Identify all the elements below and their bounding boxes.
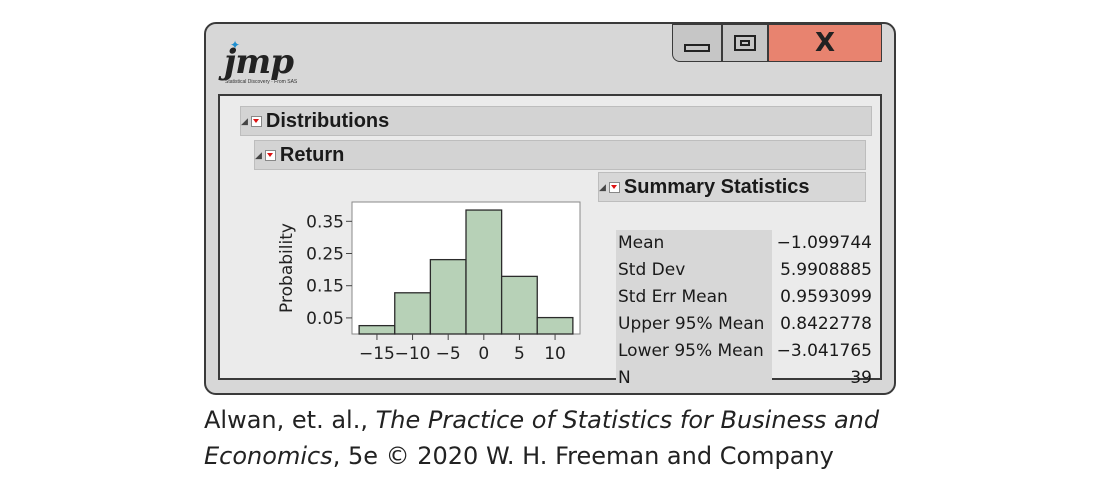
y-tick-label: 0.05 — [306, 309, 344, 329]
y-tick-label: 0.25 — [306, 245, 344, 265]
x-tick-label: 5 — [514, 344, 525, 364]
stat-value: 5.9908885 — [780, 260, 872, 280]
summary-statistics-title: Summary Statistics — [623, 175, 810, 198]
red-triangle-menu-icon[interactable] — [608, 181, 620, 193]
histogram-bar — [394, 292, 432, 335]
red-triangle-menu-icon[interactable] — [264, 149, 276, 161]
maximize-icon — [734, 35, 756, 51]
stat-label: Mean — [616, 230, 772, 257]
close-button[interactable]: X — [768, 24, 882, 62]
red-triangle-menu-icon[interactable] — [250, 115, 262, 127]
x-tick-label: 0 — [478, 344, 489, 364]
outline-summary-statistics[interactable]: ◢ Summary Statistics — [598, 172, 866, 202]
outline-distributions[interactable]: ◢ Distributions — [240, 106, 872, 136]
stat-row: Lower 95% Mean −3.041765 — [616, 338, 872, 365]
minimize-button[interactable] — [672, 24, 722, 62]
stat-value: −3.041765 — [776, 341, 872, 361]
jmp-window: ✦ jmp Statistical Discovery · From SAS X… — [204, 22, 896, 395]
stat-value: 0.9593099 — [780, 287, 872, 307]
caption-author: Alwan, et. al., — [204, 406, 376, 434]
stat-row: Std Dev 5.9908885 — [616, 257, 872, 284]
stat-label: N — [616, 365, 772, 392]
return-title: Return — [279, 143, 345, 166]
x-tick-label: −15 — [359, 344, 395, 364]
jmp-logo: ✦ jmp Statistical Discovery · From SAS — [222, 38, 297, 86]
y-axis-label: Probability — [277, 223, 297, 313]
disclosure-triangle-icon[interactable]: ◢ — [241, 116, 248, 127]
stat-row: Std Err Mean 0.9593099 — [616, 284, 872, 311]
stat-label: Upper 95% Mean — [616, 311, 772, 338]
figure-caption: Alwan, et. al., The Practice of Statisti… — [204, 402, 879, 474]
caption-book-title: The Practice of Statistics for Business … — [375, 406, 880, 434]
stat-row: Mean −1.099744 — [616, 230, 872, 257]
outline-return[interactable]: ◢ Return — [254, 140, 866, 170]
caption-book-title-cont: Economics — [204, 442, 333, 470]
x-tick-label: 10 — [544, 344, 566, 364]
stat-value: 0.8422778 — [780, 314, 872, 334]
stat-value: 39 — [850, 368, 872, 388]
stat-row: Upper 95% Mean 0.8422778 — [616, 311, 872, 338]
disclosure-triangle-icon[interactable]: ◢ — [255, 150, 262, 161]
stat-label: Std Err Mean — [616, 284, 772, 311]
logo-text: jmp — [224, 42, 294, 82]
histogram-bar — [429, 258, 467, 335]
stat-label: Std Dev — [616, 257, 772, 284]
histogram-chart: Probability 0.05 0.15 0.25 0.35 −15 −10 −5 0 5 1… — [277, 201, 581, 364]
y-tick-label: 0.15 — [306, 277, 344, 297]
report-content: ◢ Distributions ◢ Return ◢ Summary Stati… — [218, 94, 882, 392]
x-tick-label: −10 — [395, 344, 431, 364]
caption-line-2: Economics, 5e © 2020 W. H. Freeman and C… — [204, 438, 879, 474]
logo-tagline: Statistical Discovery · From SAS — [225, 79, 298, 85]
histogram-bar — [358, 324, 396, 335]
histogram-bar — [465, 209, 503, 335]
stat-value: −1.099744 — [776, 233, 872, 253]
distributions-title: Distributions — [265, 109, 390, 132]
disclosure-triangle-icon[interactable]: ◢ — [599, 182, 606, 193]
minimize-icon — [684, 44, 710, 52]
histogram-bar — [500, 275, 538, 335]
maximize-button[interactable] — [722, 24, 768, 62]
y-tick-label: 0.35 — [306, 212, 344, 232]
stat-row: N 39 — [616, 365, 872, 392]
caption-line-1: Alwan, et. al., The Practice of Statisti… — [204, 402, 879, 438]
x-tick-label: −5 — [436, 344, 461, 364]
close-icon: X — [814, 28, 836, 58]
stat-label: Lower 95% Mean — [616, 338, 772, 365]
caption-publisher: , 5e © 2020 W. H. Freeman and Company — [332, 442, 834, 470]
histogram-bar — [536, 316, 574, 335]
